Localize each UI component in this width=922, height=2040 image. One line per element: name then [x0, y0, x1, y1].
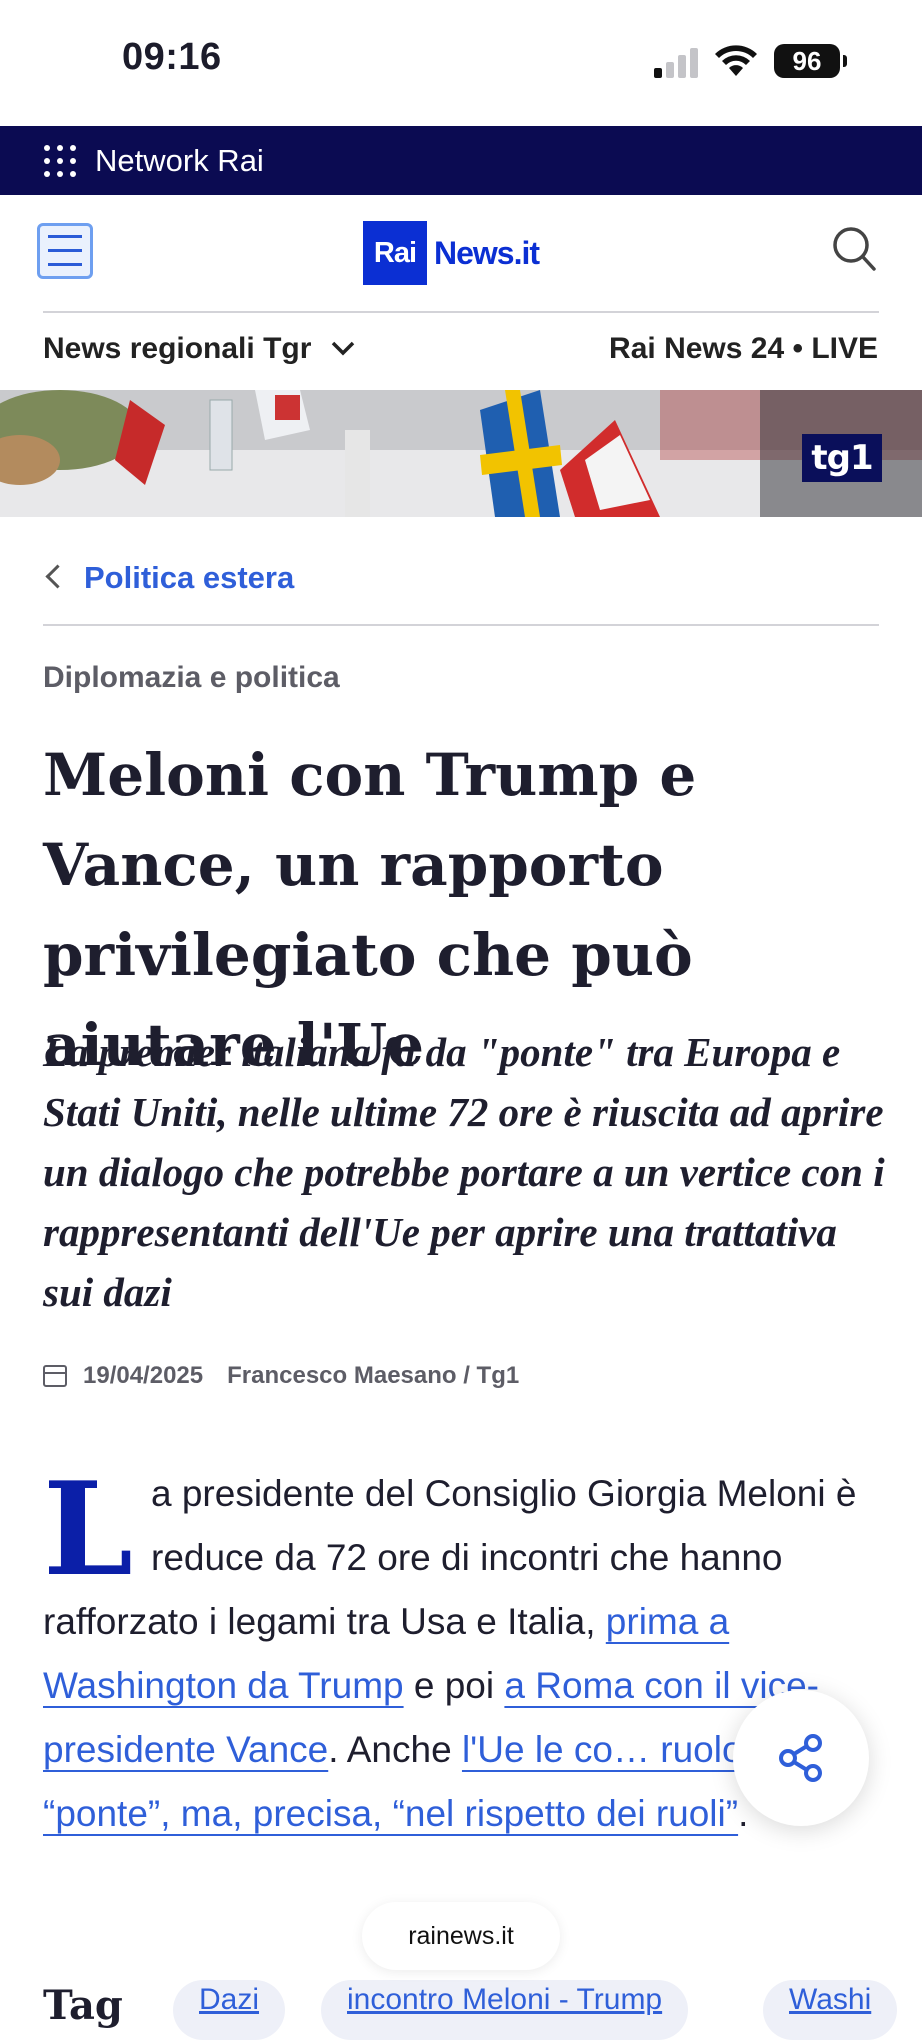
article-kicker: Diplomazia e politica: [43, 661, 340, 694]
apps-grid-icon: [44, 145, 76, 177]
network-rai-bar[interactable]: Network Rai: [0, 126, 922, 195]
calendar-icon: [43, 1365, 67, 1387]
secondary-nav: News regionali Tgr Rai News 24 • LIVE: [0, 312, 922, 388]
menu-button[interactable]: [37, 223, 93, 279]
share-icon: [779, 1734, 822, 1782]
status-time: 09:16: [122, 36, 222, 78]
breadcrumb-label: Politica estera: [84, 560, 295, 595]
body-text: . Anche: [328, 1729, 462, 1770]
article-author[interactable]: Francesco Maesano / Tg1: [227, 1362, 519, 1390]
menu-line-icon: [48, 263, 82, 266]
drop-cap: L: [43, 1455, 133, 1605]
chevron-down-icon[interactable]: [330, 336, 356, 362]
divider: [43, 624, 879, 626]
chevron-left-icon: [45, 564, 70, 589]
hero-photo: [0, 390, 922, 517]
search-icon[interactable]: [832, 225, 876, 273]
network-rai-label: Network Rai: [95, 143, 264, 178]
wifi-icon: [715, 45, 757, 76]
logo-rai: Rai: [363, 221, 427, 285]
tg1-logo: tg1: [802, 434, 882, 482]
rainews-logo[interactable]: Rai News.it: [363, 221, 540, 285]
article-meta: 19/04/2025 Francesco Maesano / Tg1: [43, 1362, 519, 1390]
hero-image: tg1: [0, 390, 922, 517]
menu-line-icon: [48, 235, 82, 238]
tags-label: Tag: [43, 1982, 123, 2029]
article-subtitle: La premier italiana fa da "ponte" tra Eu…: [43, 1029, 885, 1315]
cellular-signal-icon: [654, 46, 706, 78]
status-bar: 09:16 96: [0, 0, 922, 126]
tag-chip[interactable]: Washi: [763, 1980, 898, 2040]
rai-news-24-live-link[interactable]: Rai News 24 • LIVE: [609, 332, 878, 366]
tag-chip[interactable]: Dazi: [173, 1980, 286, 2040]
site-header: Rai News.it: [0, 195, 922, 312]
browser-url-bar[interactable]: rainews.it: [362, 1902, 560, 1970]
menu-line-icon: [48, 249, 82, 252]
body-text: e poi: [403, 1665, 505, 1706]
tag-chip[interactable]: incontro Meloni - Trump: [321, 1980, 689, 2040]
battery-icon: 96: [774, 44, 847, 78]
tags-row: Tag Dazi incontro Meloni - Trump Washi: [43, 1970, 922, 2040]
article-date: 19/04/2025: [83, 1362, 204, 1389]
logo-news: News.it: [434, 234, 540, 271]
regional-news-dropdown[interactable]: News regionali Tgr: [43, 332, 311, 366]
breadcrumb[interactable]: Politica estera: [43, 560, 294, 596]
body-text: a presidente del Consiglio Giorgia Melon…: [43, 1473, 857, 1642]
share-button[interactable]: [733, 1690, 869, 1826]
